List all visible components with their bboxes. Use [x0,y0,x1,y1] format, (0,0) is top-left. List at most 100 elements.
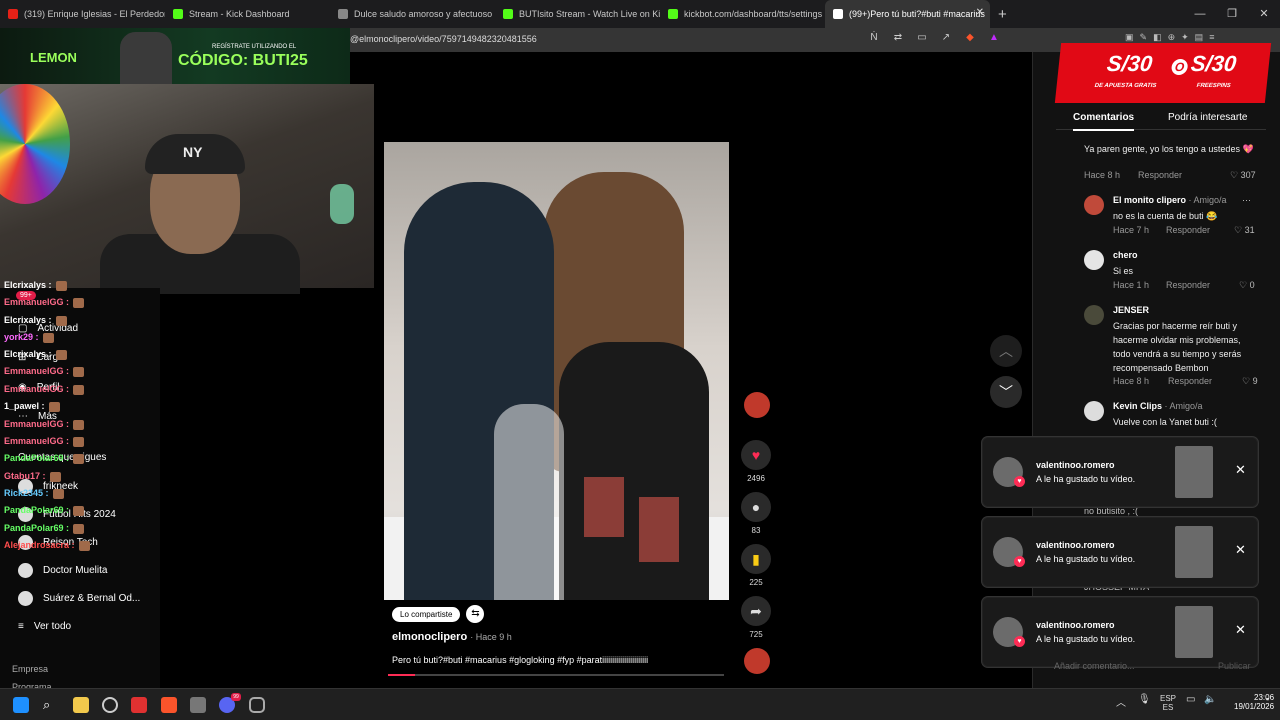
reply-button[interactable]: Responder [1138,170,1182,180]
avatar[interactable] [1084,195,1104,215]
emote-icon [73,436,85,447]
like-notification[interactable]: ♥ valentinoo.romero A le ha gustado tu v… [982,597,1258,667]
emote-icon [52,488,64,499]
extension-icon[interactable]: ✎ [1140,32,1148,43]
close-window-icon[interactable]: ✕ [1248,0,1280,28]
promo-ad[interactable]: S/30 O S/30 DE APUESTA GRATIS FREESPINS [1054,43,1272,103]
minimize-icon[interactable]: — [1184,0,1216,28]
video-player[interactable] [384,142,729,600]
extension-icon[interactable]: ◧ [1153,32,1162,43]
avatar[interactable] [1084,401,1104,421]
close-icon[interactable]: ✕ [1235,462,1246,478]
chevron-up-icon[interactable]: ︿ [1116,694,1126,709]
notification-user: valentinoo.romero [1036,620,1115,630]
search-icon[interactable]: ⌕ [43,697,59,713]
obs-icon[interactable] [102,697,118,713]
rewards-icon[interactable]: ▲ [986,32,1002,43]
repost-icon[interactable]: ⇆ [466,605,485,623]
shared-pill[interactable]: Lo compartiste [392,606,461,622]
tab-comments[interactable]: Comentarios [1073,112,1135,131]
microphone-icon[interactable]: 🎙 [1138,694,1151,705]
like-notification[interactable]: ♥ valentinoo.romero A le ha gustado tu v… [982,517,1258,587]
chat-message: PandaPolar69 : [4,453,85,464]
brave-shield-icon[interactable]: ◆ [962,32,978,43]
cast-icon[interactable]: ▭ [914,32,930,43]
tiktok-icon [833,9,843,19]
comment-input[interactable]: Añadir comentario... [1054,661,1135,671]
menu-icon[interactable]: ≡ [1209,32,1214,43]
extension-icon[interactable]: ⊕ [1168,32,1176,43]
save-button[interactable]: ▮ 225 [740,544,772,587]
browser-tab[interactable]: Dulce saludo amoroso y afectuoso | Y [330,0,495,28]
like-count: 2496 [747,474,765,483]
next-video-button[interactable]: ﹀ [990,376,1022,408]
reply-button[interactable]: Responder [1166,280,1210,290]
reply-button[interactable]: Responder [1166,225,1210,235]
windows-start-icon[interactable] [13,697,29,713]
chat-message: EmmanuelGG : [4,436,85,447]
browser-tab[interactable]: kickbot.com/dashboard/tts/settings [660,0,825,28]
partial-comment-text: no butisito , :( [1084,506,1139,516]
reader-icon[interactable]: Ṅ [866,32,882,43]
network-icon[interactable]: ▭ [1186,694,1195,705]
share-button[interactable]: ➦ 725 [740,596,772,639]
comment-count: 83 [751,526,761,535]
like-notification[interactable]: ♥ valentinoo.romero A le ha gustado tu v… [982,437,1258,507]
music-avatar[interactable] [744,648,770,674]
translate-icon[interactable]: ⇄ [890,32,906,43]
new-tab-button[interactable]: + [998,6,1007,23]
browser-tab-active[interactable]: (99+)Pero tú buti?#buti #macarius ✕ [825,0,990,28]
extension-icon[interactable]: ▣ [1125,32,1134,43]
shared-label: Lo compartiste [400,609,453,619]
comment-author[interactable]: JENSER [1113,305,1149,315]
avatar[interactable] [1084,250,1104,270]
tab-related[interactable]: Podría interesarte [1168,112,1248,123]
like-comment-button[interactable]: ♡ 9 [1242,376,1258,387]
browser-tab[interactable]: BUTIsito Stream - Watch Live on Kick [495,0,660,28]
emote-icon [73,384,85,395]
kick-icon [173,9,183,19]
browser-tab[interactable]: (319) Enrique Iglesias - El Perdedor (I [0,0,165,28]
like-comment-button[interactable]: ♡ 307 [1230,170,1256,181]
like-comment-button[interactable]: ♡ 0 [1239,280,1255,291]
previous-video-button[interactable]: ︿ [990,335,1022,367]
creator-avatar[interactable] [744,392,770,418]
like-button[interactable]: ♥ 2496 [740,440,772,483]
video-author[interactable]: elmonoclipero · Hace 9 h [392,631,512,643]
sidebar-followed-account[interactable]: Suárez & Bernal Od... [18,591,140,606]
language-indicator[interactable]: ESP ES [1160,694,1176,712]
comment-icon: ● [741,492,771,522]
share-icon[interactable]: ↗ [938,32,954,43]
app-icon[interactable] [131,697,147,713]
comment-author[interactable]: El monito clipero · Amigo/a [1113,195,1227,205]
avatar[interactable] [1084,305,1104,325]
puzzle-icon[interactable]: ✦ [1181,32,1189,43]
reply-button[interactable]: Responder [1168,376,1212,386]
footer-link[interactable]: Empresa [12,664,48,674]
url-field[interactable]: @elmonoclipero/video/7597149482320481556 [350,34,537,44]
notification-center-icon[interactable]: ▪ [1266,694,1269,704]
app-icon[interactable] [249,697,265,713]
close-icon[interactable]: ✕ [1235,542,1246,558]
wallet-icon[interactable]: ▤ [1195,32,1204,43]
close-tab-icon[interactable]: ✕ [976,7,984,18]
bookmark-icon: ▮ [741,544,771,574]
brave-icon[interactable] [161,697,177,713]
file-explorer-icon[interactable] [73,697,89,713]
more-options-icon[interactable]: ⋯ [1242,195,1251,206]
video-progress-bar[interactable] [388,674,724,676]
browser-tab[interactable]: Stream - Kick Dashboard [165,0,330,28]
volume-icon[interactable]: 🔈 [1204,694,1216,705]
comment-button[interactable]: ● 83 [740,492,772,535]
comment-author[interactable]: Kevin Clips · Amigo/a [1113,401,1203,411]
app-icon[interactable] [190,697,206,713]
publish-button[interactable]: Publicar [1218,661,1251,671]
like-comment-button[interactable]: ♡ 31 [1234,225,1255,236]
restore-icon[interactable]: ❐ [1216,0,1248,28]
sidebar-followed-account[interactable]: Doctor Muelita [18,563,107,578]
comment-text: Vuelve con la Yanet buti :( [1113,417,1217,427]
emote-icon [73,419,85,430]
close-icon[interactable]: ✕ [1235,622,1246,638]
comment-author[interactable]: chero [1113,250,1138,260]
sidebar-see-all[interactable]: ≡ Ver todo [18,621,71,632]
